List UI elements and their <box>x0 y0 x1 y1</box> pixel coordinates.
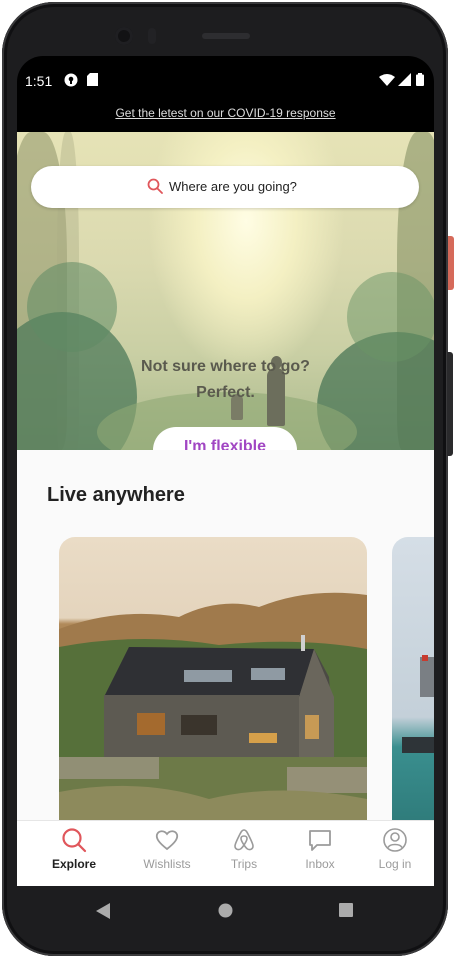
house-image <box>59 592 367 826</box>
message-icon <box>309 830 331 851</box>
sensor <box>148 28 156 44</box>
signal-icon <box>398 73 411 89</box>
foliage <box>27 262 117 352</box>
bottom-tab-bar: Explore Wishlists Trips Inbox Log in <box>17 820 434 886</box>
foliage <box>347 272 434 362</box>
home-icon[interactable] <box>218 903 233 923</box>
airbnb-logo-icon <box>234 829 254 851</box>
tab-trips[interactable]: Trips <box>205 827 283 871</box>
search-icon <box>62 828 87 853</box>
hero-line-2: Perfect. <box>196 384 255 401</box>
heart-icon <box>155 830 179 851</box>
side-button <box>447 352 453 456</box>
tab-label: Log in <box>378 857 412 871</box>
tab-explore[interactable]: Explore <box>35 827 113 871</box>
wifi-icon <box>379 73 395 89</box>
back-icon[interactable] <box>96 903 110 924</box>
tab-label: Trips <box>230 857 258 871</box>
live-anywhere-card-partial[interactable] <box>392 537 434 826</box>
covid-banner-link[interactable]: Get the letest on our COVID-19 response <box>17 106 434 132</box>
tab-label: Wishlists <box>143 857 191 871</box>
section-title: Live anywhere <box>47 484 185 506</box>
tab-label: Inbox <box>305 857 335 871</box>
search-bar[interactable]: Where are you going? <box>31 166 419 208</box>
recents-icon[interactable] <box>339 903 353 922</box>
notification-icon <box>64 73 78 90</box>
search-icon <box>147 178 163 194</box>
android-nav-bar <box>17 886 434 936</box>
sd-card-icon <box>87 73 98 89</box>
tab-label: Explore <box>51 857 96 871</box>
screen: 1:51 Get the letest on our COVID-19 resp… <box>17 56 434 886</box>
user-icon <box>383 828 407 852</box>
status-bar: 1:51 <box>17 56 434 106</box>
speaker <box>202 33 250 39</box>
tab-inbox[interactable]: Inbox <box>281 827 359 871</box>
search-placeholder: Where are you going? <box>169 178 297 194</box>
flexible-button[interactable]: I'm flexible <box>153 427 297 450</box>
camera-icon <box>115 27 133 45</box>
tab-login[interactable]: Log in <box>356 827 434 871</box>
tab-wishlists[interactable]: Wishlists <box>128 827 206 871</box>
main-content: Live anywhere <box>17 450 434 826</box>
status-time: 1:51 <box>25 73 53 89</box>
boat-image <box>402 655 434 753</box>
hero-line-1: Not sure where to go? <box>141 358 310 375</box>
battery-icon <box>416 73 424 89</box>
live-anywhere-card[interactable] <box>59 537 367 826</box>
side-button-red <box>448 236 454 290</box>
